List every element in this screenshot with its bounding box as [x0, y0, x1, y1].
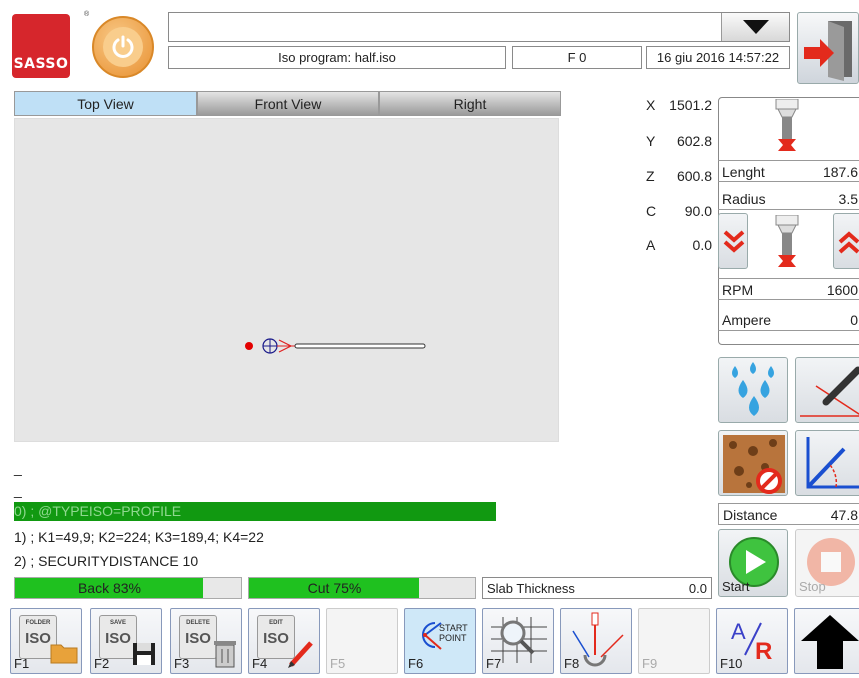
- f3-delete-button[interactable]: DELETE ISO F3: [170, 608, 242, 674]
- back-progress-label: Back 83%: [77, 580, 142, 596]
- program-select[interactable]: [168, 12, 790, 42]
- exit-button[interactable]: [797, 12, 859, 84]
- rpm-row: RPM 1600: [718, 278, 859, 300]
- feed-label: F 0: [512, 46, 642, 69]
- floppy-icon: [133, 643, 155, 665]
- f5-button[interactable]: F5: [326, 608, 398, 674]
- slab-thickness-field[interactable]: Slab Thickness 0.0: [482, 577, 712, 599]
- distance-row: Distance 47.8: [718, 503, 859, 525]
- f2-save-button[interactable]: SAVE ISO F2: [90, 608, 162, 674]
- folder-icon: [50, 644, 78, 664]
- sasso-logo: SASSO: [12, 14, 70, 78]
- origin-point: [245, 342, 253, 350]
- f6-start-point-button[interactable]: START POINT F6: [404, 608, 476, 674]
- stop-label: Stop: [799, 579, 826, 594]
- registered-mark: ®: [84, 11, 90, 18]
- power-icon: [103, 27, 143, 67]
- dropdown-button[interactable]: [721, 13, 789, 41]
- angle-cut-button[interactable]: [795, 357, 859, 423]
- delete-iso-icon: DELETE ISO: [179, 615, 217, 659]
- slab-forbidden-icon: [723, 435, 785, 494]
- tool-radius-row: Radius 3.5: [718, 188, 859, 210]
- axis-angle-icon: [806, 437, 859, 489]
- no-slab-button[interactable]: [718, 430, 788, 496]
- back-progress: Back 83%: [14, 577, 242, 599]
- chevron-down-icon: [742, 20, 769, 34]
- f9-label: F9: [642, 656, 658, 671]
- f2-label: F2: [94, 656, 110, 671]
- f7-label: F7: [486, 656, 502, 671]
- tool-spindle-icon: [775, 99, 799, 151]
- svg-text:A: A: [731, 619, 746, 644]
- f1-label: F1: [14, 656, 30, 671]
- code-marker-1: _: [14, 460, 22, 476]
- start-label: Start: [722, 579, 750, 594]
- cut-progress: Cut 75%: [248, 577, 476, 599]
- start-button[interactable]: Start: [718, 529, 788, 597]
- tool-up-button[interactable]: [833, 213, 859, 269]
- slab-thickness-label: Slab Thickness: [487, 580, 575, 596]
- up-arrow-button[interactable]: [794, 608, 859, 674]
- f3-label: F3: [174, 656, 190, 671]
- start-point-text: START POINT: [439, 623, 468, 643]
- slab-thickness-value: 0.0: [688, 580, 707, 596]
- arrow-up-icon: [801, 615, 859, 669]
- exit-door-icon: [804, 21, 852, 81]
- code-line-1[interactable]: 1) ; K1=49,9; K2=224; K3=189,4; K4=22: [14, 529, 264, 545]
- cut-path: [294, 343, 426, 349]
- stop-button[interactable]: Stop: [795, 529, 859, 597]
- f10-label: F10: [720, 656, 743, 671]
- f6-label: F6: [408, 656, 424, 671]
- f7-zoom-grid-button[interactable]: F7: [482, 608, 554, 674]
- tab-top-view[interactable]: Top View: [14, 91, 197, 116]
- datetime-label: 16 giu 2016 14:57:22: [646, 46, 790, 69]
- code-line-0[interactable]: 0) ; @TYPEISO=PROFILE: [14, 503, 181, 519]
- axis-angle-button[interactable]: [795, 430, 859, 496]
- f10-ar-button[interactable]: A R F10: [716, 608, 788, 674]
- code-line-2[interactable]: 2) ; SECURITYDISTANCE 10: [14, 553, 198, 569]
- tab-front-view[interactable]: Front View: [197, 91, 379, 116]
- tool-down-button[interactable]: [718, 213, 748, 269]
- tab-right-view[interactable]: Right: [379, 91, 561, 116]
- f9-button[interactable]: F9: [638, 608, 710, 674]
- program-label: Iso program: half.iso: [168, 46, 506, 69]
- f8-label: F8: [564, 656, 580, 671]
- water-button[interactable]: [718, 357, 788, 423]
- code-marker-2: _: [14, 482, 22, 498]
- f8-probe-button[interactable]: F8: [560, 608, 632, 674]
- machine-view-canvas[interactable]: [14, 118, 559, 442]
- cut-progress-label: Cut 75%: [307, 580, 362, 596]
- f1-folder-button[interactable]: FOLDER ISO F1: [10, 608, 82, 674]
- water-drops-icon: [732, 362, 774, 416]
- angle-pen-icon: [800, 366, 859, 417]
- trash-icon: [214, 641, 236, 668]
- ampere-row: Ampere 0: [718, 309, 859, 331]
- power-button[interactable]: [92, 16, 154, 78]
- svg-text:R: R: [755, 638, 772, 665]
- f4-label: F4: [252, 656, 268, 671]
- pencil-icon: [288, 641, 313, 668]
- double-chevron-down-icon: [723, 230, 745, 253]
- double-chevron-up-icon: [838, 231, 859, 254]
- tool-spindle-icon-2: [775, 215, 799, 267]
- tool-length-row: Lenght 187.6: [718, 160, 859, 182]
- f5-label: F5: [330, 656, 346, 671]
- toolpath-drawing: [245, 338, 426, 354]
- f4-edit-button[interactable]: EDIT ISO F4: [248, 608, 320, 674]
